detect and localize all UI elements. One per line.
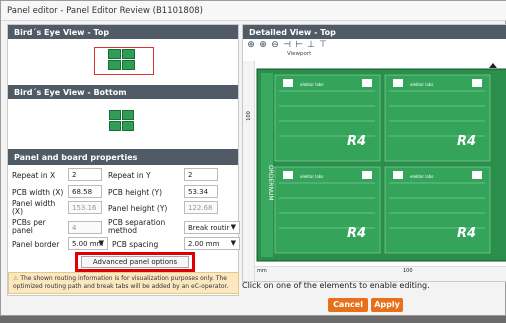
zoom-in-icon[interactable]: ⊕ [258, 40, 268, 50]
viewport-label: Viewport [287, 51, 312, 57]
apply-button[interactable]: Apply [371, 298, 403, 312]
board-label-4: R4 [457, 226, 476, 241]
brand-label-2: elektor labs [410, 82, 433, 87]
pcb-width-label: PCB width (X) [12, 188, 64, 197]
board-label-3: R4 [347, 226, 366, 241]
pcb-height-label: PCB height (Y) [108, 188, 163, 197]
advanced-panel-options-button[interactable]: Advanced panel options [81, 256, 189, 268]
align-bottom-icon[interactable]: ⊥ [306, 40, 316, 50]
viewport-toolbar: ⊕ ⊕ ⊖ ⊣ ⊢ ⊥ ⊤ Viewport [243, 39, 506, 61]
panel-border-label: Panel border [12, 240, 60, 249]
warning-icon: ⚠ [13, 275, 19, 282]
zoom-out-icon[interactable]: ⊖ [270, 40, 280, 50]
board-label-1: R4 [347, 134, 366, 149]
brand-label-3: elektor labs [300, 174, 323, 179]
horizontal-ruler: mm 100 [255, 266, 506, 281]
repeat-x-input[interactable]: 2 [68, 168, 102, 181]
align-top-icon[interactable]: ⊤ [318, 40, 328, 50]
panel-border-select[interactable]: 5.00 mm ▼ [68, 237, 108, 250]
brand-label-1: elektor labs [300, 82, 323, 87]
separation-method-label: PCB separation method [108, 218, 166, 235]
pcb-spacing-label: PCB spacing [112, 240, 159, 249]
ruler-h-mm: mm [257, 268, 267, 274]
vertical-ruler: 100 [243, 61, 255, 281]
pcb-spacing-select[interactable]: 2.00 mm ▼ [184, 237, 240, 250]
birds-eye-top-header: Bird´s Eye View - Top [8, 25, 238, 39]
pcb-height-input[interactable]: 53.34 [184, 185, 218, 198]
birds-eye-bottom-header: Bird´s Eye View - Bottom [8, 85, 238, 99]
chevron-down-icon: ▼ [230, 223, 236, 231]
ruler-h-100: 100 [403, 268, 413, 274]
detailed-view-header: Detailed View - Top [243, 25, 506, 39]
pcbs-per-panel-input: 4 [68, 221, 102, 234]
board-label-2: R4 [457, 134, 476, 149]
chevron-down-icon: ▼ [230, 239, 236, 247]
panel-width-input: 153.16 [68, 201, 102, 214]
note-line-1: The shown routing information is for vis… [20, 275, 227, 282]
status-text: Click on one of the elements to enable e… [242, 281, 430, 290]
advanced-options-highlight: Advanced panel options [75, 252, 195, 272]
cancel-button[interactable]: Cancel [328, 298, 368, 312]
panel-editor-dialog: Panel editor - Panel Editor Review (B110… [0, 0, 506, 316]
birds-eye-bottom-thumbnail[interactable] [109, 110, 135, 132]
pcb-panel-drawing[interactable]: ORDERNUM R4 R4 R4 R4 elektor labs elekto… [255, 61, 506, 266]
pcb-canvas[interactable]: 100 ORDERNUM R4 R4 R4 R4 elektor labs el… [243, 61, 506, 281]
ruler-v-100: 100 [245, 111, 252, 121]
properties-header: Panel and board properties [8, 149, 238, 165]
repeat-x-label: Repeat in X [12, 171, 56, 180]
align-left-icon[interactable]: ⊣ [282, 40, 292, 50]
repeat-y-input[interactable]: 2 [184, 168, 218, 181]
note-line-2: optimized routing path and break tabs wi… [13, 283, 229, 290]
detailed-view-panel: Detailed View - Top ⊕ ⊕ ⊖ ⊣ ⊢ ⊥ ⊤ Viewpo… [242, 24, 506, 282]
panel-height-label: Panel height (Y) [108, 204, 168, 213]
side-order-text: ORDERNUM [267, 165, 274, 201]
panel-width-label: Panel width (X) [12, 199, 56, 216]
pcb-width-input[interactable]: 68.58 [68, 185, 102, 198]
repeat-y-label: Repeat in Y [108, 171, 151, 180]
chevron-down-icon: ▼ [98, 239, 104, 247]
routing-note: ⚠ The shown routing information is for v… [8, 272, 239, 294]
separation-method-select[interactable]: Break routir ▼ [184, 221, 240, 234]
pcbs-per-panel-label: PCBs per panel [12, 218, 46, 235]
pcb-spacing-value: 2.00 mm [188, 240, 220, 248]
align-right-icon[interactable]: ⊢ [294, 40, 304, 50]
window-title: Panel editor - Panel Editor Review (B110… [1, 1, 506, 21]
background-window-strip [0, 316, 506, 323]
panel-height-input: 122.68 [184, 201, 218, 214]
viewport-indicator[interactable] [94, 47, 154, 75]
brand-label-4: elektor labs [410, 174, 433, 179]
separation-method-value: Break routir [188, 224, 230, 232]
zoom-fit-icon[interactable]: ⊕ [246, 40, 256, 50]
